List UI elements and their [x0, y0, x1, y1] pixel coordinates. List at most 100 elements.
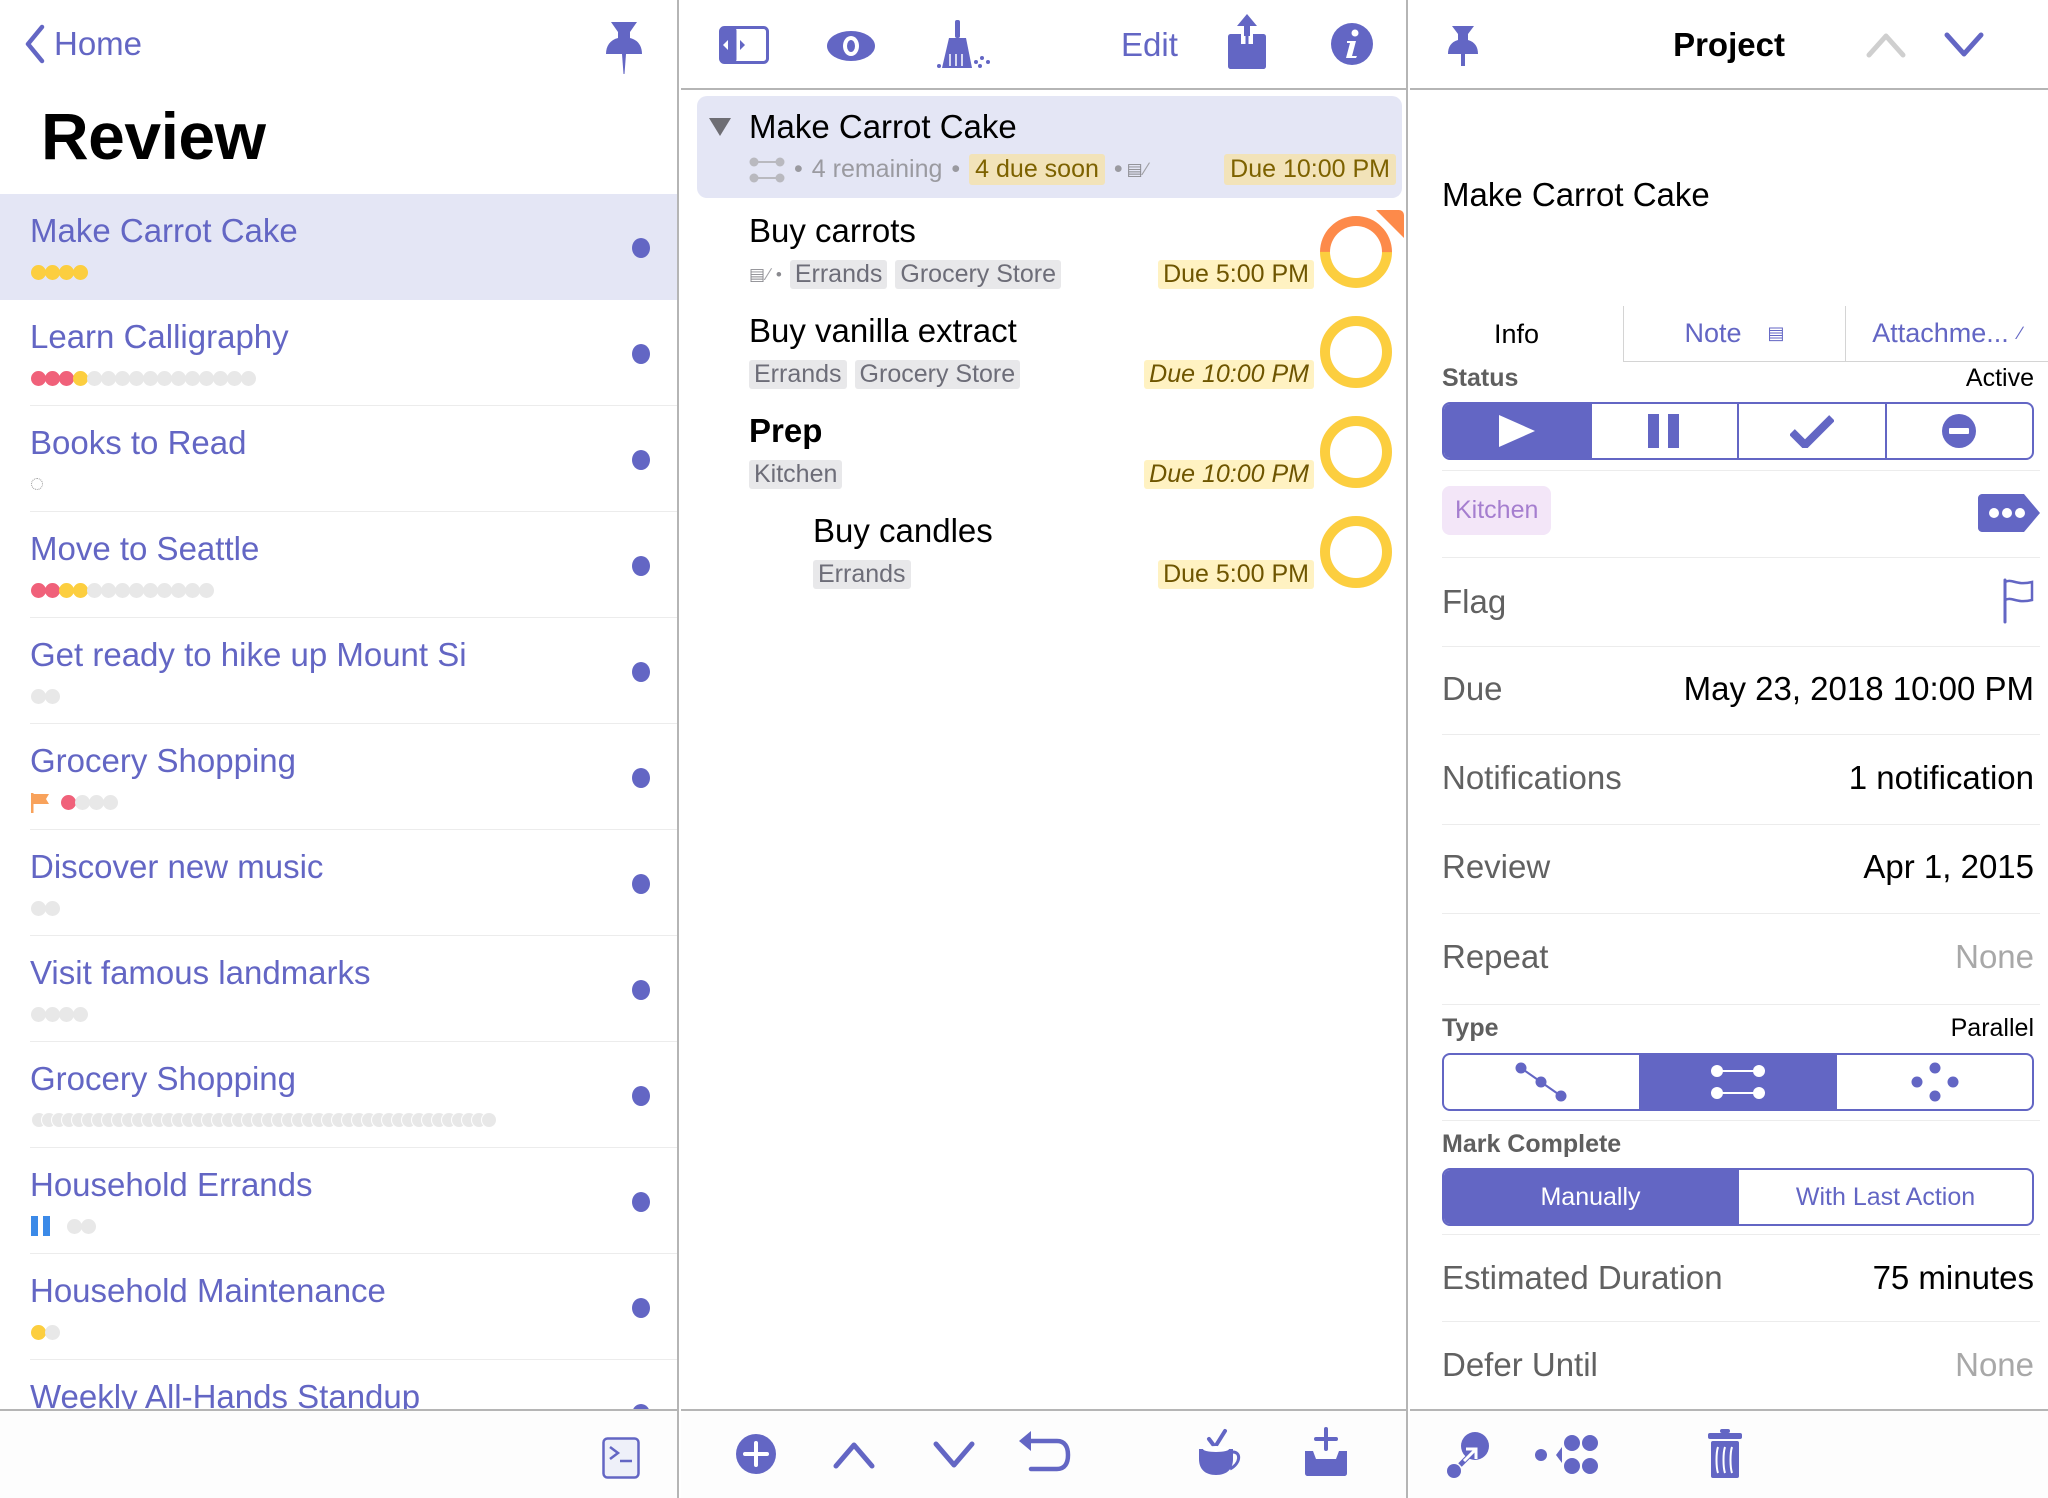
next-item-button[interactable]: [1944, 32, 1984, 63]
flag-button[interactable]: [2002, 578, 2034, 629]
estimated-duration-value[interactable]: 75 minutes: [1873, 1259, 2034, 1297]
tab-info[interactable]: Info: [1410, 306, 1623, 362]
convert-button[interactable]: [1446, 1431, 1490, 1484]
tab-attachments[interactable]: Attachme... ∕: [1845, 306, 2048, 362]
share-button[interactable]: [1227, 12, 1267, 75]
status-on-hold-button[interactable]: [1589, 404, 1738, 458]
inbox-add-icon: [1305, 1427, 1347, 1476]
review-value[interactable]: Apr 1, 2015: [1863, 848, 2034, 886]
project-list-item[interactable]: Grocery Shopping: [0, 1042, 677, 1148]
type-single-actions-button[interactable]: [1835, 1055, 2032, 1109]
project-due-badge: Due 10:00 PM: [1224, 154, 1396, 185]
trash-icon: [1708, 1429, 1742, 1478]
type-segmented-control: [1442, 1053, 2034, 1111]
single-actions-icon: [1911, 1062, 1959, 1102]
group-button[interactable]: [1534, 1433, 1598, 1482]
previous-item-button[interactable]: [1866, 32, 1906, 63]
tab-note[interactable]: Note ▤: [1623, 306, 1845, 362]
project-list-item[interactable]: Move to Seattle: [0, 512, 677, 618]
move-up-button[interactable]: [833, 1441, 875, 1474]
project-list-item[interactable]: Visit famous landmarks: [0, 936, 677, 1042]
back-label: Home: [54, 25, 143, 62]
task-row[interactable]: Buy carrots ▤ ∕ • Errands Grocery Store Due 5:…: [681, 200, 1407, 303]
defer-until-value[interactable]: None: [1955, 1346, 2034, 1384]
project-list-item[interactable]: Grocery Shopping: [0, 724, 677, 830]
task-name: Prep: [749, 412, 823, 449]
status-completed-button[interactable]: [1737, 404, 1885, 458]
inspector-button[interactable]: [1330, 22, 1374, 71]
task-row[interactable]: Buy candles Errands Due 5:00 PM: [681, 500, 1406, 600]
quick-entry-button[interactable]: [1197, 1427, 1243, 1482]
back-button[interactable]: Home: [24, 24, 142, 64]
pause-icon: [1648, 414, 1680, 448]
due-soon-badge: 4 due soon: [969, 154, 1105, 185]
tag-more-button[interactable]: [1978, 494, 2040, 537]
pin-button[interactable]: [604, 20, 644, 79]
review-indicator-dot: [632, 556, 650, 576]
attachment-icon: ∕: [1144, 159, 1148, 179]
status-dropped-button[interactable]: [1884, 404, 2033, 458]
due-value[interactable]: May 23, 2018 10:00 PM: [1684, 670, 2034, 708]
sidebar-footer: [0, 1409, 677, 1498]
outdent-button[interactable]: [1017, 1431, 1071, 1480]
status-active-button[interactable]: [1444, 404, 1590, 458]
status-dot: [45, 1324, 60, 1340]
completion-checkbox[interactable]: [1320, 416, 1392, 488]
task-row[interactable]: Prep Kitchen Due 10:00 PM: [681, 400, 1406, 500]
status-dot: [31, 264, 46, 280]
clean-up-button[interactable]: [936, 20, 992, 77]
project-list-item[interactable]: Discover new music: [0, 830, 677, 936]
status-dot: [45, 688, 60, 704]
review-indicator-dot: [632, 450, 650, 470]
project-name: Get ready to hike up Mount Si: [30, 636, 467, 673]
task-row[interactable]: Buy vanilla extract Errands Grocery Store D…: [681, 300, 1406, 400]
completion-checkbox[interactable]: [1320, 516, 1392, 588]
sidebar-toggle-button[interactable]: [719, 26, 769, 69]
status-dot: [115, 582, 130, 598]
completion-checkbox[interactable]: [1320, 316, 1392, 388]
task-name: Buy carrots: [749, 212, 916, 249]
inbox-add-button[interactable]: [1303, 1427, 1349, 1482]
status-dot: [157, 582, 172, 598]
status-dot: [59, 264, 74, 280]
project-list-item[interactable]: Books to Read: [0, 406, 677, 512]
coffee-cup-icon: [1199, 1429, 1241, 1475]
divider: [1442, 646, 2040, 647]
disclosure-triangle-icon[interactable]: [709, 118, 731, 136]
estimated-duration-label: Estimated Duration: [1442, 1259, 1723, 1296]
project-list-item[interactable]: Weekly All-Hands Standup: [0, 1360, 677, 1409]
tag-chip: Errands: [749, 360, 847, 389]
repeat-value[interactable]: None: [1955, 938, 2034, 976]
edit-button[interactable]: Edit: [1121, 26, 1178, 64]
divider: [1442, 1004, 2040, 1005]
project-list-item[interactable]: Make Carrot Cake: [0, 194, 677, 300]
move-down-button[interactable]: [933, 1441, 975, 1474]
view-options-button[interactable]: [826, 30, 876, 67]
mark-complete-manually-button[interactable]: Manually: [1444, 1170, 1737, 1224]
chevron-down-icon: [933, 1441, 975, 1468]
project-list-item[interactable]: Get ready to hike up Mount Si: [0, 618, 677, 724]
project-name: Grocery Shopping: [30, 742, 296, 779]
console-button[interactable]: [602, 1437, 640, 1484]
status-dot: [227, 370, 242, 386]
delete-button[interactable]: [1708, 1429, 1742, 1484]
project-list-item[interactable]: Household Maintenance: [0, 1254, 677, 1360]
project-list-item[interactable]: Household Errands: [0, 1148, 677, 1254]
project-name: Make Carrot Cake: [30, 212, 298, 249]
type-parallel-button[interactable]: [1638, 1055, 1836, 1109]
on-hold-icon: [31, 1216, 55, 1236]
project-list-item[interactable]: Learn Calligraphy: [0, 300, 677, 406]
project-meta: • 4 remaining • 4 due soon • ▤ ∕: [749, 154, 1148, 185]
mark-complete-segmented-control: Manually With Last Action: [1442, 1168, 2034, 1226]
mark-complete-with-last-action-button[interactable]: With Last Action: [1737, 1170, 2032, 1224]
add-action-button[interactable]: [735, 1433, 777, 1480]
info-icon: [1331, 23, 1373, 65]
project-row[interactable]: Make Carrot Cake • 4 remaining • 4 due s…: [697, 96, 1402, 198]
outline-toolbar: Edit: [681, 0, 1406, 90]
due-label: Due: [1442, 670, 1503, 707]
tag-chip[interactable]: Kitchen: [1442, 486, 1552, 535]
inspector-item-title[interactable]: Make Carrot Cake: [1442, 176, 1710, 214]
type-sequential-button[interactable]: [1444, 1055, 1639, 1109]
review-indicator-dot: [632, 1298, 650, 1318]
notifications-value[interactable]: 1 notification: [1849, 759, 2034, 797]
